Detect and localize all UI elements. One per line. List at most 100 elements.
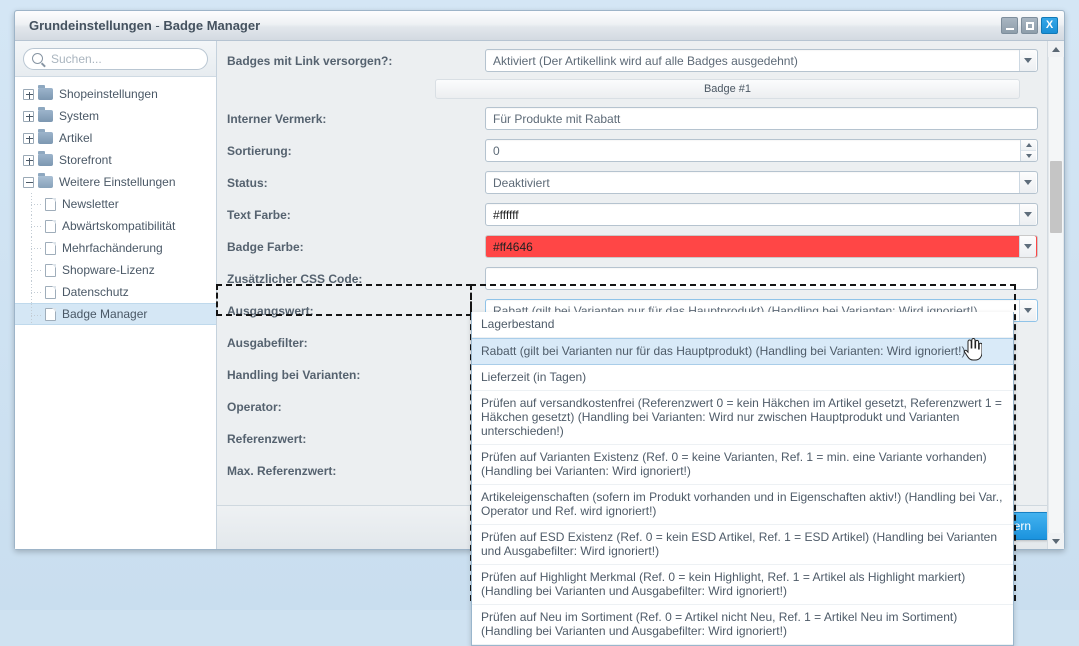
dropdown-option[interactable]: Prüfen auf versandkostenfrei (Referenzwe… [472,391,1013,445]
search-icon [32,53,43,64]
expand-icon[interactable] [23,133,34,144]
ausgangswert-dropdown-list[interactable]: LagerbestandRabatt (gilt bei Varianten n… [471,312,1014,646]
maximize-button[interactable] [1021,17,1038,34]
tree-line [31,304,32,324]
document-icon [45,308,56,321]
sidebar-item-datenschutz[interactable]: Datenschutz [15,281,216,303]
minimize-icon [1006,28,1014,30]
sidebar-item-label: Datenschutz [62,285,129,299]
spinner-down-button[interactable] [1021,151,1036,161]
dropdown-option[interactable]: Rabatt (gilt bei Varianten nur für das H… [472,338,1013,365]
field-label-zusätzlicher-css-code: Zusätzlicher CSS Code: [227,272,485,286]
field-value-sortierung: 0 [493,144,1020,158]
close-button[interactable]: X [1041,17,1058,34]
badge-link-control[interactable]: Aktiviert (Der Artikellink wird auf alle… [485,49,1038,72]
document-icon [45,198,56,211]
tree-line [31,204,41,205]
scroll-up-button[interactable] [1048,41,1064,57]
sidebar-item-newsletter[interactable]: Newsletter [15,193,216,215]
chevron-down-icon[interactable] [1019,300,1036,321]
field-row-sortierung: Sortierung:0 [227,139,1038,162]
section-header-badge-1: Badge #1 [435,79,1020,99]
dropdown-option[interactable]: Artikeleigenschaften (sofern im Produkt … [472,485,1013,525]
field-input-interner-vermerk[interactable]: Für Produkte mit Rabatt [485,107,1038,130]
search-input[interactable] [49,51,199,67]
sidebar-item-badge-manager[interactable]: Badge Manager [15,303,216,325]
field-control-status[interactable]: Deaktiviert [485,171,1038,194]
badge-link-label: Badges mit Link versorgen?: [227,54,485,68]
window-titlebar[interactable]: Grundeinstellungen - Badge Manager X [15,11,1064,41]
field-row-status: Status:Deaktiviert [227,171,1038,194]
dropdown-option[interactable]: Prüfen auf Highlight Merkmal (Ref. 0 = k… [472,565,1013,605]
sidebar-item-label: Artikel [59,131,92,145]
section-header-label: Badge #1 [704,83,751,95]
dropdown-option[interactable]: Lagerbestand [472,312,1013,338]
sidebar-item-label: Badge Manager [62,307,147,321]
field-control-interner-vermerk[interactable]: Für Produkte mit Rabatt [485,107,1038,130]
spinner-buttons[interactable] [1020,140,1036,161]
sidebar-item-artikel[interactable]: Artikel [15,127,216,149]
sidebar-search-area [15,41,216,77]
sidebar-item-label: Shopeinstellungen [59,87,158,101]
sidebar-item-shopware-lizenz[interactable]: Shopware-Lizenz [15,259,216,281]
sidebar-item-system[interactable]: System [15,105,216,127]
chevron-down-icon[interactable] [1019,204,1036,225]
vertical-scrollbar[interactable] [1047,41,1064,549]
dropdown-option[interactable]: Prüfen auf ESD Existenz (Ref. 0 = kein E… [472,525,1013,565]
dropdown-option[interactable]: Lieferzeit (in Tagen) [472,365,1013,391]
field-label-referenzwert: Referenzwert: [227,432,485,446]
badge-link-select[interactable]: Aktiviert (Der Artikellink wird auf alle… [485,49,1038,72]
sidebar-item-shopeinstellungen[interactable]: Shopeinstellungen [15,83,216,105]
chevron-down-icon[interactable] [1019,236,1036,257]
scrollbar-thumb[interactable] [1050,161,1062,233]
chevron-down-icon[interactable] [1019,50,1036,71]
sidebar-item-label: Storefront [59,153,112,167]
field-control-zusätzlicher-css-code[interactable] [485,267,1038,290]
field-input-sortierung[interactable]: 0 [485,139,1038,162]
field-control-badge-farbe[interactable]: #ff4646 [485,235,1038,258]
sidebar-item-label: Mehrfachänderung [62,241,163,255]
sidebar-item-label: System [59,109,99,123]
window-controls: X [1001,17,1058,34]
field-input-text-farbe[interactable]: #ffffff [485,203,1038,226]
field-label-max-referenzwert: Max. Referenzwert: [227,464,485,478]
field-value-badge-farbe: #ff4646 [493,240,1019,254]
field-control-text-farbe[interactable]: #ffffff [485,203,1038,226]
field-row-interner-vermerk: Interner Vermerk:Für Produkte mit Rabatt [227,107,1038,130]
scrollbar-track[interactable] [1048,57,1064,533]
dropdown-option[interactable]: Prüfen auf Varianten Existenz (Ref. 0 = … [472,445,1013,485]
sidebar-item-label: Shopware-Lizenz [62,263,155,277]
spinner-up-button[interactable] [1021,140,1036,151]
field-input-status[interactable]: Deaktiviert [485,171,1038,194]
scroll-down-button[interactable] [1048,533,1064,549]
field-input-zusätzlicher-css-code[interactable] [485,267,1038,290]
document-icon [45,242,56,255]
field-label-badge-farbe: Badge Farbe: [227,240,485,254]
folder-icon [38,176,53,188]
collapse-icon[interactable] [23,177,34,188]
sidebar-item-abw-rtskompatibilit-t[interactable]: Abwärtskompatibilität [15,215,216,237]
expand-icon[interactable] [23,89,34,100]
sidebar-item-storefront[interactable]: Storefront [15,149,216,171]
chevron-down-icon[interactable] [1019,172,1036,193]
expand-icon[interactable] [23,111,34,122]
sidebar-item-mehrfach-nderung[interactable]: Mehrfachänderung [15,237,216,259]
field-row-badge-farbe: Badge Farbe: #ff4646 [227,235,1038,258]
field-input-badge-farbe[interactable]: #ff4646 [485,235,1038,258]
tree-line [31,292,41,293]
sidebar: Shopeinstellungen System Artikel Storefront… [15,41,217,549]
field-label-status: Status: [227,176,485,190]
tree-line [31,315,41,316]
minimize-button[interactable] [1001,17,1018,34]
field-control-sortierung[interactable]: 0 [485,139,1038,162]
expand-icon[interactable] [23,155,34,166]
desktop-background: Grundeinstellungen - Badge Manager X Sho… [0,0,1079,610]
sidebar-item-label: Weitere Einstellungen [59,175,176,189]
sidebar-item-weitere-einstellungen[interactable]: Weitere Einstellungen [15,171,216,193]
search-box[interactable] [23,48,208,70]
chevron-down-icon [1052,539,1060,544]
document-icon [45,220,56,233]
sidebar-item-label: Abwärtskompatibilität [62,219,175,233]
settings-tree: Shopeinstellungen System Artikel Storefront… [15,77,216,549]
dropdown-option[interactable]: Prüfen auf Neu im Sortiment (Ref. 0 = Ar… [472,605,1013,645]
